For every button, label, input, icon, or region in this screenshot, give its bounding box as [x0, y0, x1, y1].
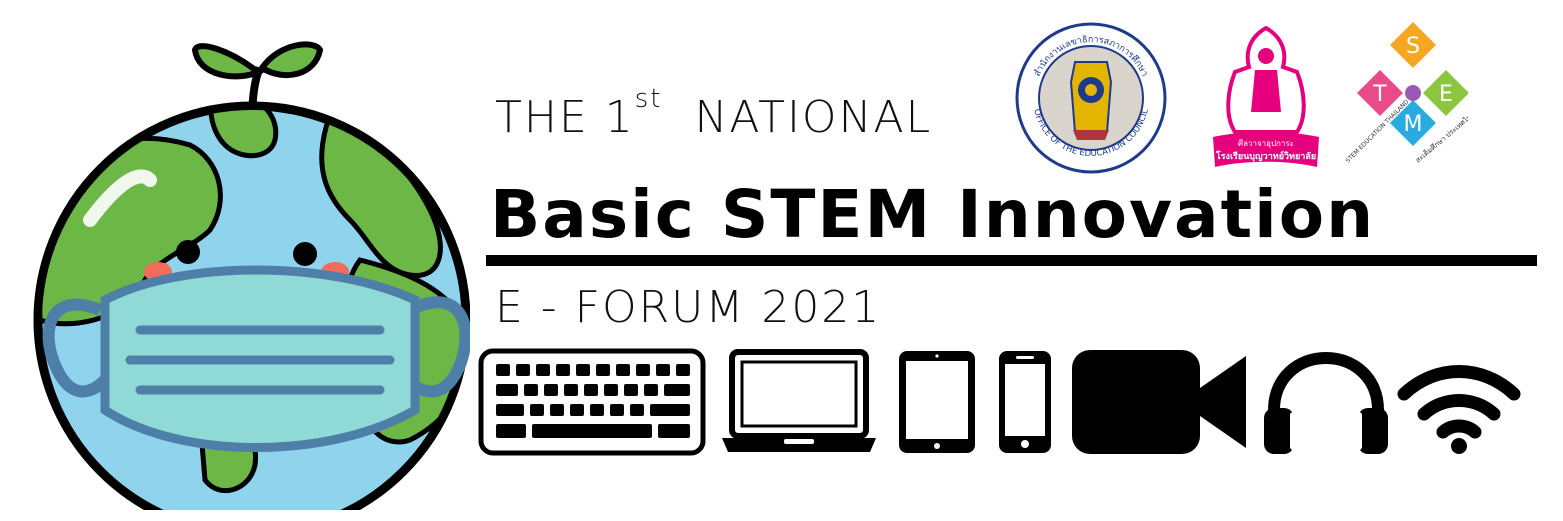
svg-text:โรงเรียนบุญวาทย์วิทยาลัย: โรงเรียนบุญวาทย์วิทยาลัย [1215, 150, 1316, 162]
wifi-icon [1397, 365, 1521, 454]
title-underline [486, 255, 1537, 266]
event-subtitle: E - FORUM 2021 [495, 282, 882, 333]
edition-suffix: NATIONAL [694, 92, 933, 143]
svg-text:S: S [1406, 34, 1420, 59]
edition-prefix: THE 1 [495, 92, 635, 143]
tablet-icon [899, 351, 975, 453]
globe-mascot-icon [33, 41, 470, 510]
stem-education-logo: S T E M STEM EDUCATION THAILAND สะเต็มศึ… [1344, 22, 1468, 165]
event-edition-line: THE 1st NATIONAL [495, 86, 933, 143]
svg-text:E: E [1439, 82, 1453, 107]
event-title: Basic STEM Innovation [490, 176, 1376, 253]
school-logo: ศีลวาจาอุปการะ โรงเรียนบุญวาทย์วิทยาลัย [1213, 25, 1319, 167]
smartphone-icon [999, 351, 1051, 453]
video-camera-icon [1072, 350, 1246, 454]
headphones-icon [1264, 351, 1388, 454]
laptop-icon [722, 349, 876, 452]
svg-text:ศีลวาจาอุปการะ: ศีลวาจาอุปการะ [1238, 139, 1294, 148]
svg-text:T: T [1372, 82, 1387, 107]
edition-ordinal: st [634, 84, 663, 114]
keyboard-icon [478, 348, 706, 456]
education-council-logo: สำนักงานเลขาธิการสภาการศึกษา OFFICE OF T… [1015, 22, 1167, 174]
svg-text:M: M [1404, 112, 1423, 137]
